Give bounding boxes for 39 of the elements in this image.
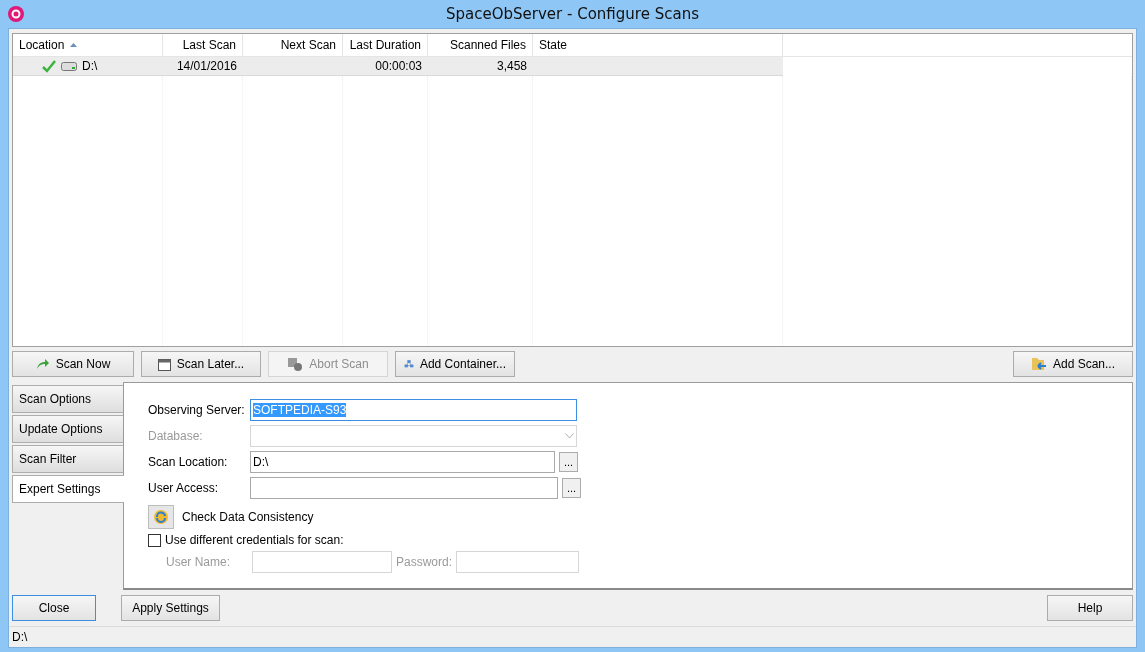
settings-tab[interactable]: Scan Filter: [12, 445, 123, 473]
field-label: Observing Server:: [148, 403, 246, 417]
settings-tab[interactable]: Scan Options: [12, 385, 123, 413]
input-field[interactable]: [456, 551, 579, 573]
apply-settings-button[interactable]: Apply Settings: [121, 595, 220, 621]
toolbar-button[interactable]: Scan Now: [12, 351, 134, 377]
credentials-checkbox[interactable]: Use different credentials for scan:: [148, 533, 1108, 547]
drive-icon: [61, 61, 77, 71]
input-field[interactable]: [250, 477, 558, 499]
table-cell: 14/01/2016: [163, 57, 243, 76]
computer-stop-icon: [287, 357, 304, 371]
arrow-icon: [35, 358, 50, 370]
calendar-icon: [157, 357, 171, 371]
app-logo-icon: [8, 6, 24, 22]
field-label: User Name:: [166, 555, 231, 569]
field-label: Password:: [396, 555, 452, 569]
check-consistency-button[interactable]: Check Data Consistency: [148, 505, 314, 529]
field-label: User Access:: [148, 481, 220, 495]
browse-button[interactable]: ...: [562, 478, 581, 498]
input-field[interactable]: [252, 551, 392, 573]
help-button[interactable]: Help: [1047, 595, 1133, 621]
table-cell: D:\: [13, 57, 163, 76]
table-cell: 00:00:03: [343, 57, 428, 76]
settings-tab[interactable]: Expert Settings: [12, 475, 124, 503]
close-button[interactable]: Close: [12, 595, 96, 621]
toolbar-button[interactable]: Scan Later...: [141, 351, 261, 377]
toolbar-button[interactable]: Add Container...: [395, 351, 515, 377]
field-label: Database:: [148, 429, 204, 443]
field-label: Scan Location:: [148, 455, 229, 469]
refresh-icon: [153, 509, 169, 525]
input-field[interactable]: D:\: [250, 451, 555, 473]
settings-tab[interactable]: Update Options: [12, 415, 123, 443]
table-cell: 3,458: [428, 57, 533, 76]
browse-button[interactable]: ...: [559, 452, 578, 472]
folder-icon: [1030, 356, 1047, 372]
window-title: SpaceObServer - Configure Scans: [445, 5, 700, 23]
status-text: D:\: [12, 630, 28, 644]
chevron-down-icon: [565, 433, 574, 439]
add-scan-button[interactable]: Add Scan...: [1013, 351, 1133, 377]
